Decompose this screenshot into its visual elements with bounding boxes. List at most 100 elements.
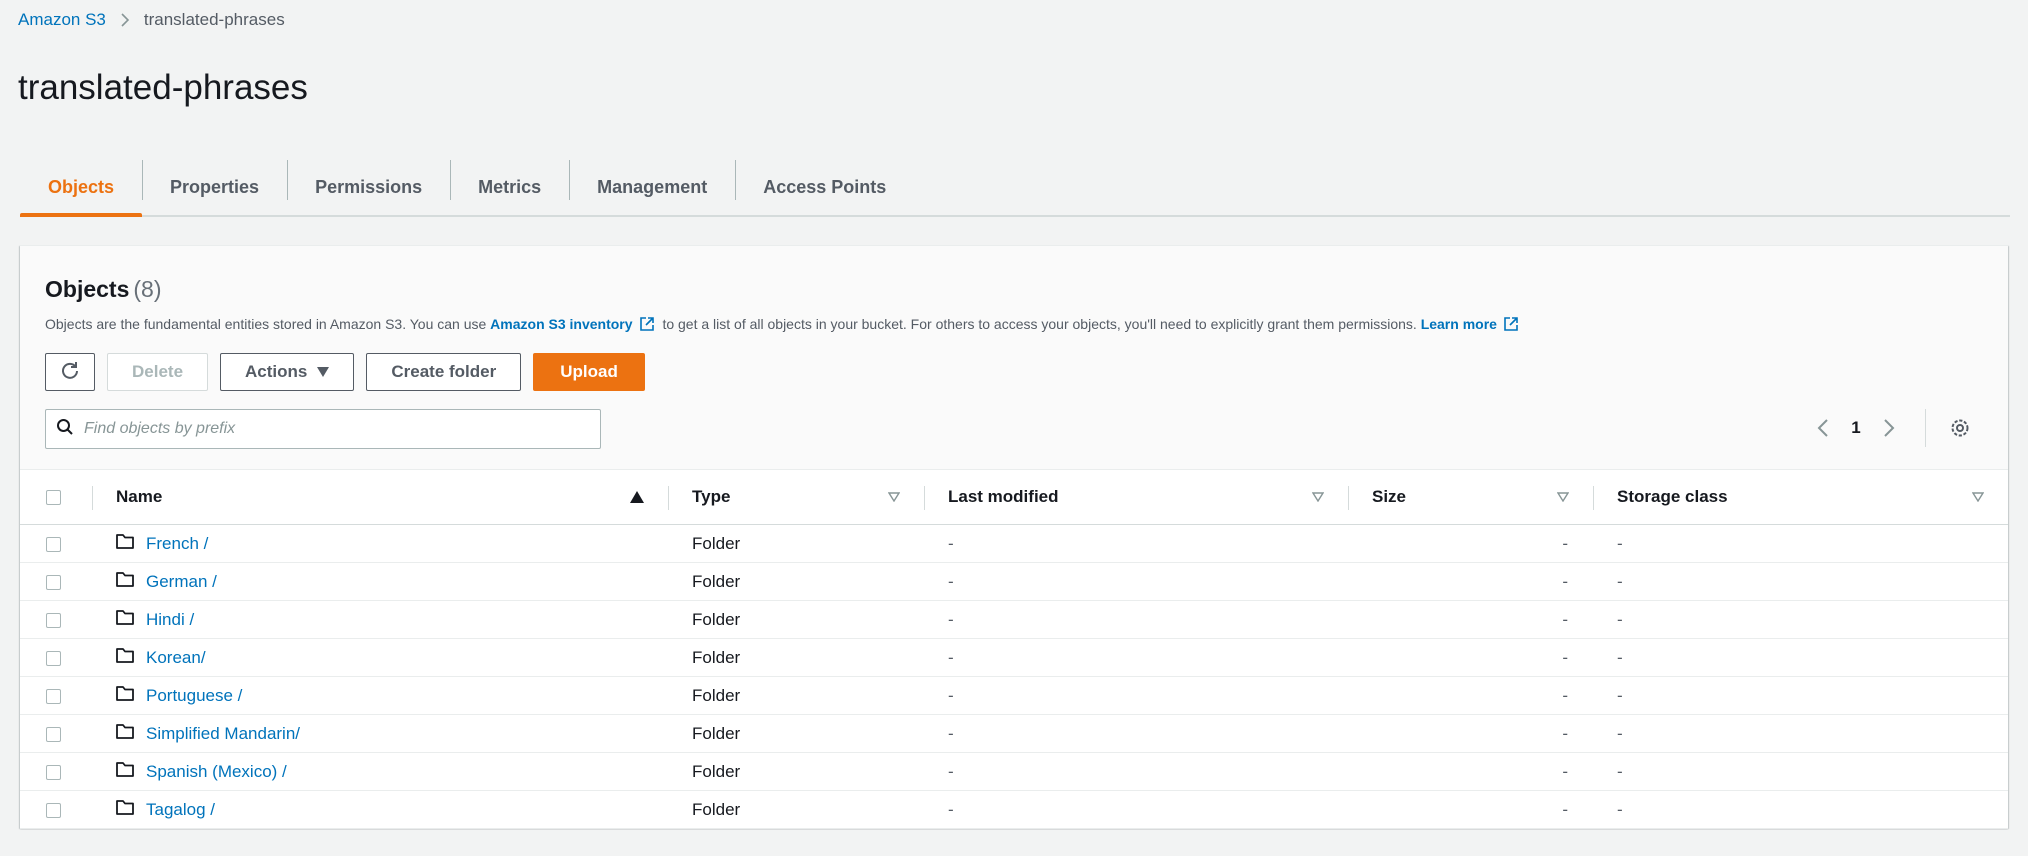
column-type-label: Type [692, 487, 731, 506]
last-modified-cell: - [948, 647, 954, 667]
upload-button[interactable]: Upload [533, 353, 645, 391]
column-size-label: Size [1372, 487, 1407, 506]
last-modified-cell: - [948, 533, 954, 553]
column-header-type[interactable]: Type [668, 470, 924, 525]
previous-page-button[interactable] [1805, 410, 1841, 446]
column-header-last-modified[interactable]: Last modified [924, 470, 1348, 525]
chevron-left-icon [1817, 419, 1828, 437]
delete-button[interactable]: Delete [107, 353, 209, 391]
type-cell: Folder [692, 533, 741, 553]
folder-icon [116, 723, 134, 744]
row-checkbox[interactable] [46, 726, 61, 742]
object-name-link[interactable]: Simplified Mandarin/ [146, 724, 300, 744]
table-row: Tagalog / Folder - - - [20, 791, 2008, 829]
refresh-icon [60, 360, 80, 385]
column-header-name[interactable]: Name [92, 470, 668, 525]
type-cell: Folder [692, 799, 741, 819]
objects-table: Name Type Last modified Size Storage cla… [20, 470, 2008, 829]
tab-objects[interactable]: Objects [20, 160, 143, 217]
table-header-row: Name Type Last modified Size Storage cla… [20, 470, 2008, 525]
learn-more-link[interactable]: Learn more [1421, 316, 1497, 332]
search-icon [56, 418, 74, 441]
object-name-link[interactable]: Portuguese / [146, 686, 242, 706]
object-name-link[interactable]: German / [146, 572, 217, 592]
objects-count: (8) [133, 276, 162, 302]
sort-icon [888, 492, 900, 502]
type-cell: Folder [692, 647, 741, 667]
row-checkbox-cell [20, 639, 92, 677]
name-cell: Korean/ [92, 639, 668, 677]
table-row: French / Folder - - - [20, 525, 2008, 563]
select-all-checkbox[interactable] [46, 490, 61, 506]
size-cell: - [1562, 761, 1568, 781]
name-cell: Tagalog / [92, 791, 668, 829]
row-checkbox[interactable] [46, 650, 61, 666]
pagination-divider [1925, 409, 1926, 447]
sort-icon [1972, 492, 1984, 502]
type-cell: Folder [692, 761, 741, 781]
table-row: Korean/ Folder - - - [20, 639, 2008, 677]
description-text-1: Objects are the fundamental entities sto… [45, 316, 487, 332]
object-name-link[interactable]: French / [146, 534, 208, 554]
tab-permissions[interactable]: Permissions [287, 160, 450, 215]
row-checkbox-cell [20, 753, 92, 791]
tab-management[interactable]: Management [569, 160, 735, 215]
row-checkbox-cell [20, 677, 92, 715]
next-page-button[interactable] [1871, 410, 1907, 446]
row-checkbox[interactable] [46, 574, 61, 590]
object-name-link[interactable]: Korean/ [146, 648, 206, 668]
breadcrumb-current: translated-phrases [143, 10, 285, 29]
actions-dropdown-button[interactable]: Actions [220, 353, 355, 391]
create-folder-button[interactable]: Create folder [366, 353, 522, 391]
name-cell: German / [92, 563, 668, 601]
breadcrumb-amazon-s3[interactable]: Amazon S3 [18, 10, 106, 30]
folder-icon [116, 609, 134, 630]
row-checkbox[interactable] [46, 688, 61, 704]
folder-icon [116, 799, 134, 820]
tab-access-points[interactable]: Access Points [735, 160, 914, 215]
external-link-icon [1503, 316, 1519, 335]
current-page-number[interactable]: 1 [1841, 418, 1871, 438]
column-header-storage-class[interactable]: Storage class [1593, 470, 2008, 525]
size-cell: - [1562, 685, 1568, 705]
column-header-size[interactable]: Size [1348, 470, 1593, 525]
size-cell: - [1562, 533, 1568, 553]
object-name-link[interactable]: Spanish (Mexico) / [146, 762, 287, 782]
object-name-link[interactable]: Tagalog / [146, 800, 215, 820]
gear-icon [1951, 419, 1969, 437]
sort-ascending-icon [630, 491, 644, 503]
folder-icon [116, 761, 134, 782]
search-input[interactable] [84, 420, 600, 438]
objects-heading-label: Objects [45, 276, 130, 302]
row-checkbox[interactable] [46, 612, 61, 628]
object-name-link[interactable]: Hindi / [146, 610, 194, 630]
row-checkbox[interactable] [46, 536, 61, 552]
s3-inventory-link[interactable]: Amazon S3 inventory [490, 316, 632, 332]
chevron-right-icon [120, 12, 130, 28]
table-row: Hindi / Folder - - - [20, 601, 2008, 639]
objects-heading: Objects (8) [45, 276, 162, 303]
sort-icon [1557, 492, 1569, 502]
tab-metrics[interactable]: Metrics [450, 160, 569, 215]
objects-panel-header: Objects (8) Objects are the fundamental e… [20, 246, 2008, 470]
row-checkbox[interactable] [46, 764, 61, 780]
tab-properties[interactable]: Properties [142, 160, 287, 215]
row-checkbox-cell [20, 791, 92, 829]
refresh-button[interactable] [45, 353, 95, 391]
size-cell: - [1562, 799, 1568, 819]
chevron-right-icon [1884, 419, 1895, 437]
row-checkbox[interactable] [46, 802, 61, 818]
table-row: German / Folder - - - [20, 563, 2008, 601]
storage-class-cell: - [1617, 685, 1623, 705]
folder-icon [116, 685, 134, 706]
table-settings-button[interactable] [1942, 410, 1978, 446]
size-cell: - [1562, 609, 1568, 629]
column-storage-class-label: Storage class [1617, 487, 1728, 506]
breadcrumb: Amazon S3 translated-phrases [18, 10, 285, 30]
external-link-icon [639, 316, 655, 335]
objects-toolbar: Delete Actions Create folder Upload [45, 353, 645, 391]
name-cell: Hindi / [92, 601, 668, 639]
size-cell: - [1562, 647, 1568, 667]
objects-table-body: French / Folder - - - German / Folder - … [20, 525, 2008, 829]
name-cell: Portuguese / [92, 677, 668, 715]
